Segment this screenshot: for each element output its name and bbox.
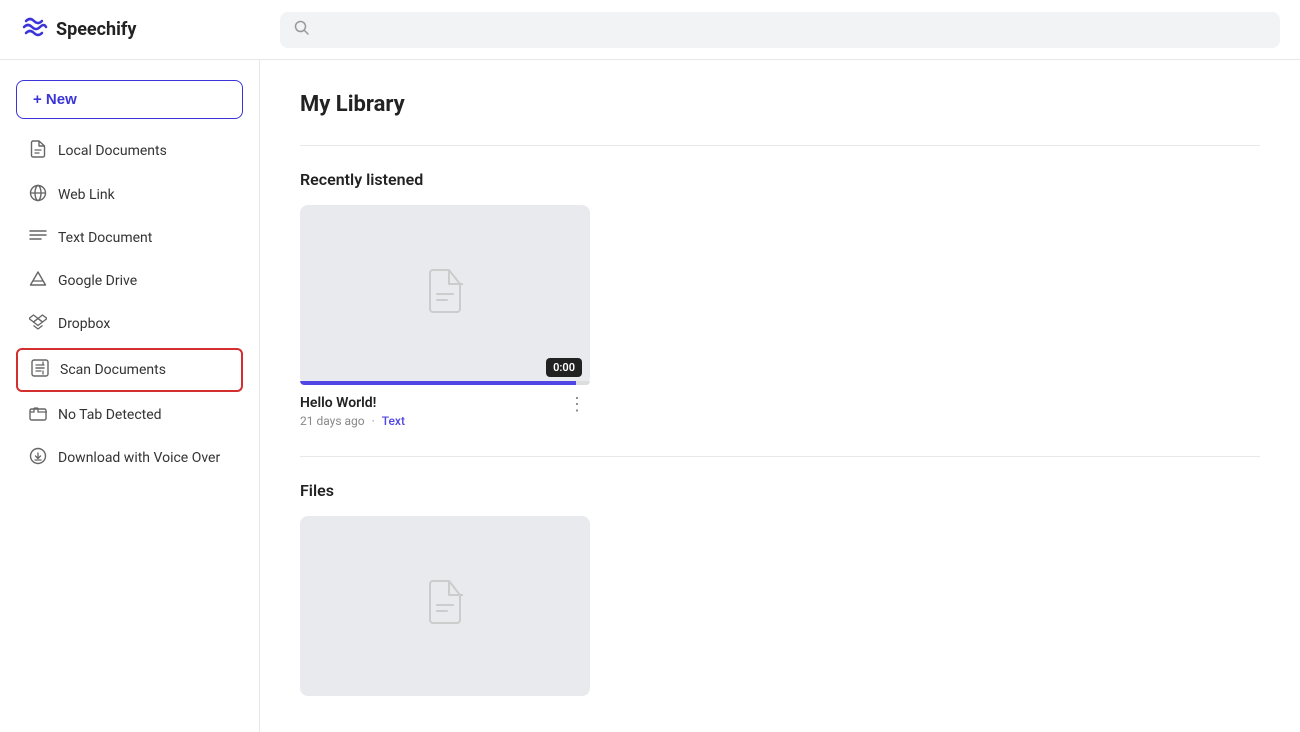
sidebar-label-google-drive: Google Drive [58,273,137,289]
local-documents-icon [28,140,48,162]
recently-listened-title: Recently listened [300,170,1260,189]
sidebar-item-web-link[interactable]: Web Link [16,175,243,215]
sidebar-item-dropbox[interactable]: Dropbox [16,304,243,344]
sidebar-item-google-drive[interactable]: Google Drive [16,261,243,300]
main-layout: + New Local Documents Web Link Text Docu… [0,60,1300,732]
page-title: My Library [300,92,1260,117]
sidebar-label-no-tab-detected: No Tab Detected [58,407,162,423]
search-input[interactable] [318,22,1266,38]
card-timestamp: 21 days ago [300,414,365,428]
sidebar-label-download-voice-over: Download with Voice Over [58,450,220,466]
sidebar-item-text-document[interactable]: Text Document [16,219,243,257]
card-more-button[interactable]: ⋮ [564,395,590,413]
sidebar-item-no-tab-detected[interactable]: No Tab Detected [16,396,243,434]
section-divider-files [300,456,1260,457]
sidebar-item-download-voice-over[interactable]: Download with Voice Over [16,438,243,478]
speechify-logo-icon [20,13,48,47]
card-title: Hello World! [300,395,405,411]
new-button[interactable]: + New [16,80,243,119]
text-document-icon [28,228,48,248]
download-voice-over-icon [28,447,48,469]
sidebar-item-scan-documents[interactable]: Scan Documents [16,348,243,392]
scan-documents-icon [30,359,50,381]
card-hello-world[interactable]: 0:00 Hello World! 21 days ago · Text [300,205,590,428]
sidebar-label-dropbox: Dropbox [58,316,110,332]
card-tag: Text [382,414,405,428]
sidebar-label-local-documents: Local Documents [58,143,167,159]
topbar: Speechify [0,0,1300,60]
app-name: Speechify [56,19,136,40]
card-time-badge: 0:00 [546,358,582,377]
sidebar-item-local-documents[interactable]: Local Documents [16,131,243,171]
card-thumbnail: 0:00 [300,205,590,385]
card-subtitle: 21 days ago · Text [300,414,405,428]
files-card-thumbnail [300,516,590,696]
sidebar-label-scan-documents: Scan Documents [60,362,166,378]
no-tab-icon [28,405,48,425]
card-info: Hello World! 21 days ago · Text [300,395,405,428]
card-doc-icon [425,268,465,323]
files-title: Files [300,481,1260,500]
card-files-1[interactable] [300,516,590,706]
files-card-doc-icon [425,579,465,634]
dropbox-icon [28,313,48,335]
google-drive-icon [28,270,48,291]
content-area: My Library Recently listened 0:00 Hello … [260,60,1300,732]
card-dot: · [372,414,375,428]
card-progress-fill [300,381,576,385]
files-cards [300,516,1260,706]
web-link-icon [28,184,48,206]
sidebar: + New Local Documents Web Link Text Docu… [0,60,260,732]
sidebar-label-web-link: Web Link [58,187,115,203]
card-progress-bar [300,381,590,385]
card-meta: Hello World! 21 days ago · Text ⋮ [300,395,590,428]
section-divider-top [300,145,1260,146]
sidebar-label-text-document: Text Document [58,230,152,246]
search-bar[interactable] [280,12,1280,48]
recently-listened-cards: 0:00 Hello World! 21 days ago · Text [300,205,1260,428]
logo-area: Speechify [20,13,280,47]
search-icon [294,20,310,40]
